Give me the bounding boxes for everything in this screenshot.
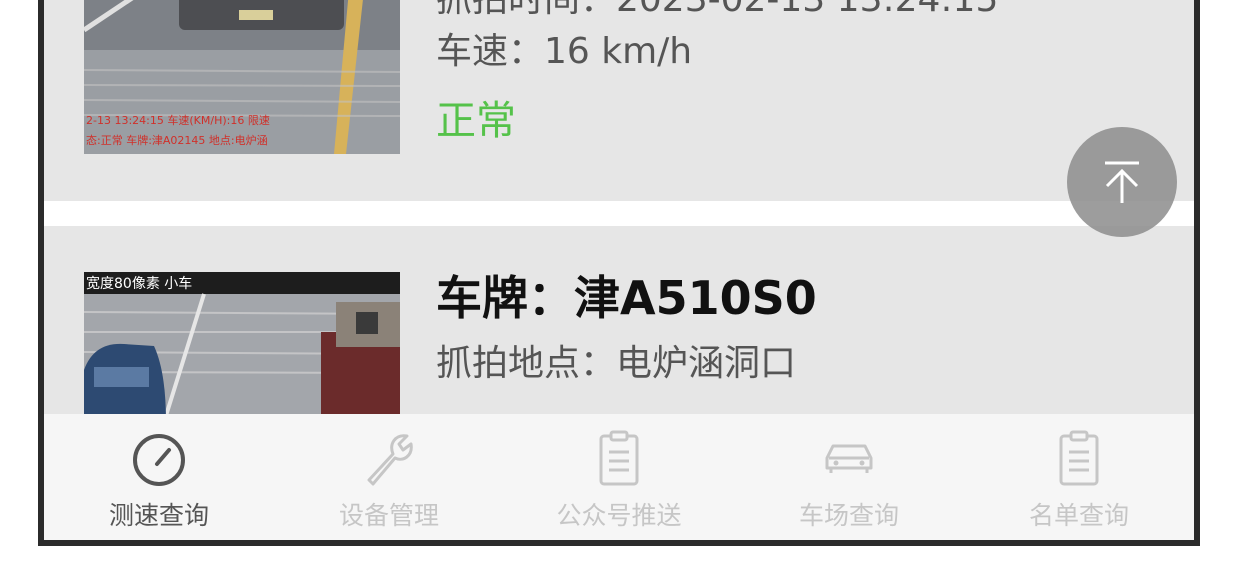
record-card[interactable]: 2-13 13:24:15 车速(KM/H):16 限速 态:正常 车牌:津A0… (44, 0, 1194, 201)
thumb-banner-text: 宽度80像素 小车 (86, 275, 192, 292)
thumb-overlay-text-1: 2-13 13:24:15 车速(KM/H):16 限速 (86, 113, 270, 127)
capture-location: 抓拍地点：电炉涵洞口 (436, 343, 797, 384)
speed: 车速：16 km/h (436, 31, 693, 72)
tab-list-query[interactable]: 名单查询 (964, 414, 1194, 540)
plate-number: 车牌：津A510S0 (436, 271, 817, 325)
tab-official-account-push[interactable]: 公众号推送 (504, 414, 734, 540)
arrow-up-to-top-icon (1105, 161, 1139, 203)
record-card[interactable]: 宽度80像素 小车 车牌：津A510S0 抓拍地点：电炉涵洞口 (44, 226, 1194, 426)
back-to-top-button[interactable] (1067, 127, 1177, 237)
capture-thumbnail[interactable]: 2-13 13:24:15 车速(KM/H):16 限速 态:正常 车牌:津A0… (84, 0, 400, 154)
tab-label: 名单查询 (1028, 501, 1129, 530)
license-plate-graphic (239, 10, 273, 20)
tab-parking-lot-query[interactable]: 车场查询 (734, 414, 964, 540)
status-badge: 正常 (436, 98, 516, 144)
app-screen: 2-13 13:24:15 车速(KM/H):16 限速 态:正常 车牌:津A0… (38, 0, 1200, 546)
car-icon (825, 444, 873, 473)
tab-label: 测速查询 (108, 501, 209, 530)
capture-photo: 2-13 13:24:15 车速(KM/H):16 限速 态:正常 车牌:津A0… (84, 0, 400, 154)
tab-label: 公众号推送 (556, 501, 682, 530)
bottom-tab-bar: 测速查询 设备管理 公众号推送 车场查询 名单查询 (44, 414, 1194, 540)
tab-speed-query[interactable]: 测速查询 (44, 414, 274, 540)
speedometer-icon (133, 434, 185, 486)
thumb-overlay-text-2: 态:正常 车牌:津A02145 地点:电炉涵 (86, 133, 268, 147)
tab-device-management[interactable]: 设备管理 (274, 414, 504, 540)
tab-label: 车场查询 (798, 501, 899, 530)
capture-time: 抓拍时间：2023-02-13 13:24:15 (436, 0, 998, 22)
capture-thumbnail[interactable]: 宽度80像素 小车 (84, 272, 400, 422)
wrench-icon (367, 434, 413, 486)
clipboard-list-icon (1059, 430, 1099, 486)
tab-label: 设备管理 (338, 501, 439, 530)
clipboard-icon (599, 430, 639, 486)
capture-photo: 宽度80像素 小车 (84, 272, 400, 422)
